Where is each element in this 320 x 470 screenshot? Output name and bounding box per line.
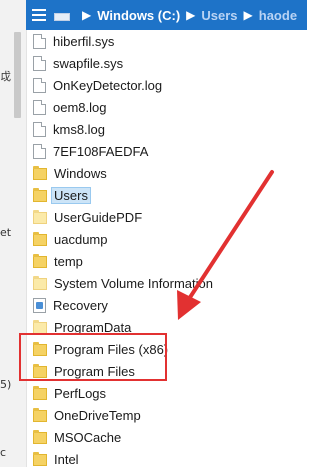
file-icon — [33, 143, 46, 159]
file-row[interactable]: UserGuidePDF — [30, 206, 307, 228]
recovery-icon — [33, 297, 46, 313]
file-row[interactable]: Users — [30, 184, 307, 206]
breadcrumb-users[interactable]: Users — [201, 8, 237, 23]
address-bar[interactable]: ▶ Windows (C:) ▶ Users ▶ haode — [26, 0, 307, 30]
file-row[interactable]: Recovery — [30, 294, 307, 316]
menu-icon[interactable] — [32, 9, 48, 21]
file-row[interactable]: 7EF108FAEDFA — [30, 140, 307, 162]
file-name: Recovery — [53, 297, 108, 313]
file-name: oem8.log — [53, 99, 107, 115]
file-icon — [33, 121, 46, 137]
file-name: swapfile.sys — [53, 55, 124, 71]
file-row[interactable]: MSOCache — [30, 426, 307, 448]
file-row[interactable]: kms8.log — [30, 118, 307, 140]
folder-icon — [33, 232, 47, 246]
file-icon — [33, 55, 46, 71]
file-icon — [33, 99, 46, 115]
folder-icon — [33, 408, 47, 422]
folder-icon — [33, 276, 47, 290]
breadcrumb-drive[interactable]: Windows (C:) — [97, 8, 180, 23]
file-name: Windows — [54, 165, 107, 181]
file-name: OneDriveTemp — [54, 407, 141, 423]
file-name: hiberfil.sys — [53, 33, 115, 49]
file-row[interactable]: System Volume Information — [30, 272, 307, 294]
file-row[interactable]: uacdump — [30, 228, 307, 250]
left-pane-fragment: et — [0, 226, 12, 239]
file-row[interactable]: temp — [30, 250, 307, 272]
file-row[interactable]: oem8.log — [30, 96, 307, 118]
breadcrumb-user[interactable]: haode — [259, 8, 297, 23]
folder-icon — [33, 254, 47, 268]
folder-icon — [33, 430, 47, 444]
file-name: Intel — [54, 451, 79, 467]
chevron-right-icon: ▶ — [243, 8, 253, 22]
file-name: MSOCache — [54, 429, 122, 445]
file-name: 7EF108FAEDFA — [53, 143, 149, 159]
file-row[interactable]: Windows — [30, 162, 307, 184]
file-name: UserGuidePDF — [54, 209, 143, 225]
file-row[interactable]: swapfile.sys — [30, 52, 307, 74]
file-name: System Volume Information — [54, 275, 213, 291]
file-name: PerfLogs — [54, 385, 107, 401]
file-name: uacdump — [54, 231, 108, 247]
folder-icon — [33, 188, 47, 202]
file-name: temp — [54, 253, 83, 269]
left-pane-fragment: c — [0, 446, 7, 459]
file-row[interactable]: OnKeyDetector.log — [30, 74, 307, 96]
folder-icon — [33, 210, 47, 224]
file-row[interactable]: OneDriveTemp — [30, 404, 307, 426]
file-list: hiberfil.sys swapfile.sys OnKeyDetector.lo… — [30, 30, 307, 467]
folder-icon — [33, 166, 47, 180]
chevron-right-icon: ▶ — [82, 8, 92, 22]
folder-icon — [33, 386, 47, 400]
file-name: Users — [51, 186, 91, 204]
left-pane-fragment: 5) — [0, 378, 12, 391]
drive-icon — [54, 10, 70, 21]
file-name: kms8.log — [53, 121, 106, 137]
file-name: OnKeyDetector.log — [53, 77, 163, 93]
file-row[interactable]: PerfLogs — [30, 382, 307, 404]
file-row[interactable]: hiberfil.sys — [30, 30, 307, 52]
file-icon — [33, 77, 46, 93]
file-icon — [33, 33, 46, 49]
highlight-box — [19, 333, 167, 381]
left-pane-scrollbar[interactable] — [14, 32, 21, 118]
folder-icon — [33, 452, 47, 466]
left-pane-fragment: 戉 — [0, 70, 11, 83]
chevron-right-icon: ▶ — [186, 8, 196, 22]
left-navigation-pane: 戉 et 5) c — [0, 0, 27, 467]
